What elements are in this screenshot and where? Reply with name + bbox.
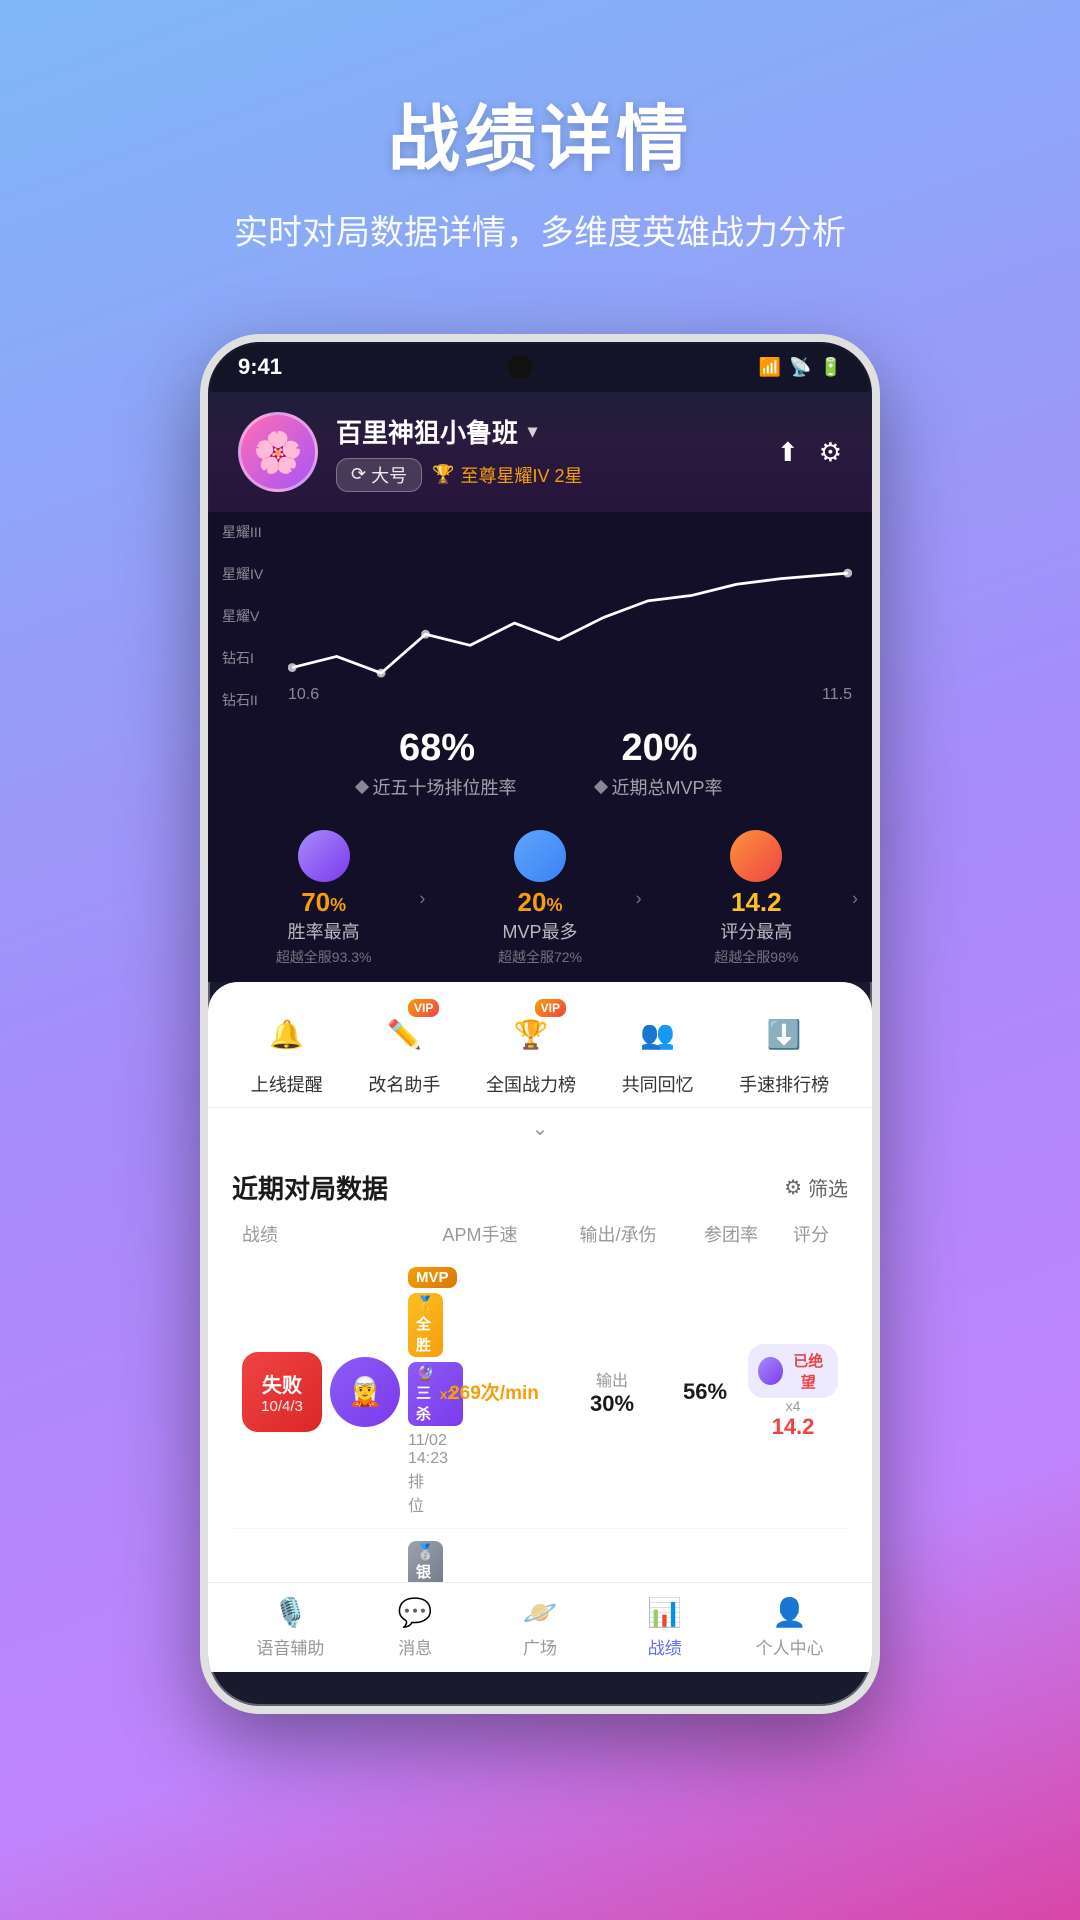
share-icon[interactable]: ⬆ (777, 437, 799, 468)
result-badge-0: 失败 10/4/3 (242, 1352, 322, 1432)
quick-action-4[interactable]: ⬇️ 手速排行榜 (739, 1007, 829, 1097)
win-rate-label: 近五十场排位胜率 (357, 774, 516, 800)
page-subtitle: 实时对局数据详情，多维度英雄战力分析 (0, 205, 1080, 254)
bottom-nav: 🎙️ 语音辅助 💬 消息 🪐 广场 📊 战绩 👤 个人中心 (208, 1582, 872, 1672)
match-team-0: 56% (670, 1379, 740, 1405)
hero-stat-1[interactable]: 20% MVP最多 超越全服72% › (434, 830, 645, 967)
chart-area: 星耀III 星耀IV 星耀V 钻石I 钻石II (208, 512, 872, 712)
chart-label-1: 星耀III (222, 522, 263, 542)
section-title: 近期对局数据 (232, 1169, 388, 1206)
time: 9:41 (238, 354, 282, 380)
quick-action-2[interactable]: 🏆 VIP 全国战力榜 (486, 1007, 576, 1097)
profile-section: 🌸 百里神狙小鲁班 ▾ ⟳ 大号 (208, 392, 872, 512)
match-row-0[interactable]: 失败 10/4/3 🧝 MVP 🥇全胜 🔮三杀x2 (232, 1255, 848, 1529)
signal-icon: 📶 (759, 357, 781, 378)
battery-icon: 🔋 (820, 357, 842, 378)
quick-action-label-3: 共同回忆 (622, 1071, 694, 1097)
profile-info: 百里神狙小鲁班 ▾ ⟳ 大号 🏆 至尊星耀IV 2星 (336, 413, 759, 492)
nav-label-voice: 语音辅助 (256, 1634, 324, 1659)
filter-icon: ⚙ (784, 1175, 802, 1200)
chart-label-4: 钻石I (222, 648, 263, 668)
chart-label-2: 星耀IV (222, 564, 263, 584)
quick-action-3[interactable]: 👥 共同回忆 (622, 1007, 694, 1097)
nav-label-plaza: 广场 (523, 1634, 557, 1659)
camera-notch (508, 355, 532, 379)
expand-row[interactable]: ⌄ (208, 1108, 872, 1149)
filter-label: 筛选 (808, 1173, 848, 1202)
table-header: 战绩 APM手速 输出/承伤 参团率 评分 (232, 1221, 848, 1247)
nav-label-messages: 消息 (398, 1634, 432, 1659)
th-dmg: 输出/承伤 (558, 1221, 678, 1247)
hero-stats: 70% 胜率最高 超越全服93.3% › 20% MVP最多 超越全服72% › (208, 815, 872, 982)
th-apm: APM手速 (410, 1221, 550, 1247)
nav-voice[interactable]: 🎙️ 语音辅助 (228, 1596, 353, 1659)
voice-icon: 🎙️ (273, 1596, 308, 1629)
main-account-badge: ⟳ 大号 (336, 458, 422, 492)
profile-name: 百里神狙小鲁班 (336, 413, 518, 450)
quick-action-0[interactable]: 🔔 上线提醒 (251, 1007, 323, 1097)
mvp-rate-value: 20% (596, 727, 722, 770)
white-panel: 🔔 上线提醒 ✏️ VIP 改名助手 🏆 VIP (208, 982, 872, 1582)
quick-action-label-0: 上线提醒 (251, 1071, 323, 1097)
chart-x-end: 11.5 (822, 686, 852, 704)
messages-icon: 💬 (398, 1596, 433, 1629)
quick-action-label-1: 改名助手 (368, 1071, 440, 1097)
page-title: 战绩详情 (0, 80, 1080, 185)
dropdown-icon[interactable]: ▾ (528, 421, 537, 442)
status-icons: 📶 📡 🔋 (759, 357, 842, 378)
match-row-1[interactable]: 胜利 12/1/3 👸 🥈银牌 一血 四杀x2 五杀 (232, 1529, 848, 1582)
match-dmg-0: 输出 30% (562, 1367, 662, 1417)
phone-container: 9:41 📶 📡 🔋 🌸 百里神狙小鲁班 ▾ (0, 334, 1080, 1714)
status-bar: 9:41 📶 📡 🔋 (208, 342, 872, 392)
match-main-1: 🥈银牌 一血 四杀x2 五杀 11/02 14:23 排位 (408, 1541, 426, 1582)
phone-frame: 9:41 📶 📡 🔋 🌸 百里神狙小鲁班 ▾ (200, 334, 880, 1714)
nav-label-profile: 个人中心 (756, 1634, 824, 1659)
quick-action-label-4: 手速排行榜 (739, 1071, 829, 1097)
header-area: 战绩详情 实时对局数据详情，多维度英雄战力分析 (0, 0, 1080, 294)
stats-row: 68% 近五十场排位胜率 20% 近期总MVP率 (208, 712, 872, 815)
nav-messages[interactable]: 💬 消息 (353, 1596, 478, 1659)
profile-actions: ⬆ ⚙ (777, 437, 842, 468)
nav-plaza[interactable]: 🪐 广场 (478, 1596, 603, 1659)
hero-avatar-0: 🧝 (330, 1357, 400, 1427)
plaza-icon: 🪐 (523, 1596, 558, 1629)
hero-stat-0[interactable]: 70% 胜率最高 超越全服93.3% › (218, 830, 429, 967)
mvp-rate-stat: 20% 近期总MVP率 (596, 727, 722, 800)
match-score-0: 已绝望 x4 14.2 (748, 1344, 838, 1440)
profile-icon: 👤 (772, 1596, 807, 1629)
quick-action-1[interactable]: ✏️ VIP 改名助手 (368, 1007, 440, 1097)
match-time-0: 11/02 14:23 排位 (408, 1432, 426, 1516)
chart-x-start: 10.6 (288, 686, 319, 704)
match-main-0: MVP 🥇全胜 🔮三杀x2 11/02 14:23 排位 (408, 1267, 426, 1516)
nav-profile[interactable]: 👤 个人中心 (727, 1596, 852, 1659)
recent-section: 近期对局数据 ⚙ 筛选 战绩 APM手速 输出/承伤 参团率 评分 (208, 1149, 872, 1582)
quick-action-label-2: 全国战力榜 (486, 1071, 576, 1097)
th-score: 评分 (784, 1221, 838, 1247)
hero-stat-2[interactable]: 14.2 评分最高 超越全服98% › (651, 830, 862, 967)
mvp-rate-label: 近期总MVP率 (596, 774, 722, 800)
chart-label-3: 星耀V (222, 606, 263, 626)
chart-label-5: 钻石II (222, 690, 263, 710)
th-team: 参团率 (686, 1221, 776, 1247)
rank-badge: 🏆 至尊星耀IV 2星 (432, 462, 582, 488)
quick-actions: 🔔 上线提醒 ✏️ VIP 改名助手 🏆 VIP (208, 982, 872, 1108)
filter-button[interactable]: ⚙ 筛选 (784, 1173, 848, 1202)
match-apm-0: 269次/min (434, 1378, 554, 1405)
records-icon: 📊 (647, 1596, 682, 1629)
win-rate-value: 68% (357, 727, 516, 770)
avatar: 🌸 (238, 412, 318, 492)
wifi-icon: 📡 (789, 357, 811, 378)
settings-icon[interactable]: ⚙ (819, 437, 842, 468)
nav-label-records: 战绩 (648, 1634, 682, 1659)
th-result: 战绩 (242, 1221, 402, 1247)
win-rate-stat: 68% 近五十场排位胜率 (357, 727, 516, 800)
nav-records[interactable]: 📊 战绩 (602, 1596, 727, 1659)
